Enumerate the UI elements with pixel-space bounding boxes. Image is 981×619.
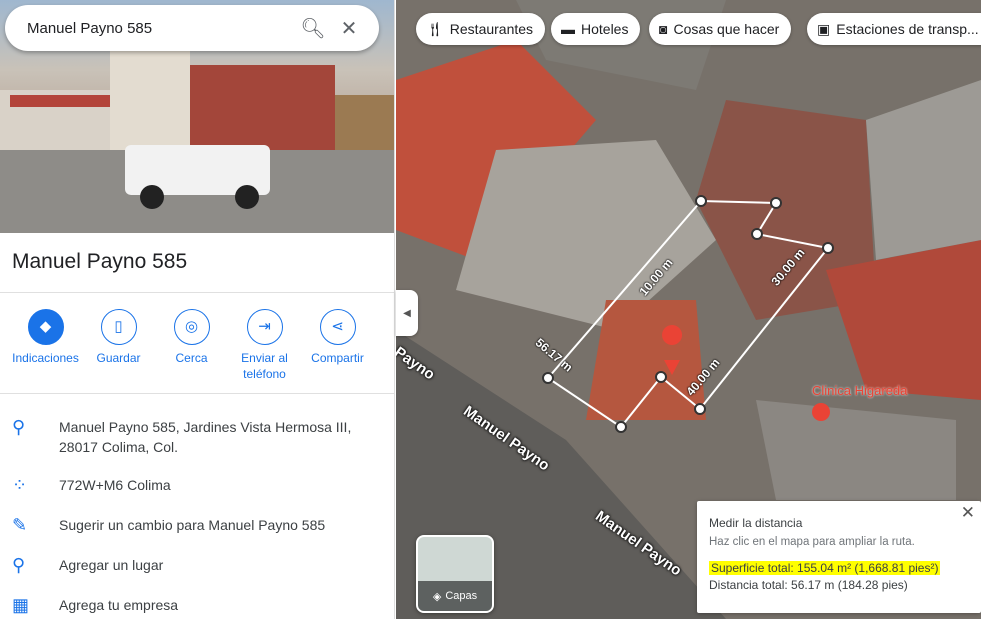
nearby-button[interactable]: ◎ Cerca	[155, 309, 228, 382]
send-to-phone-button[interactable]: ⇥ Enviar al teléfono	[228, 309, 301, 382]
save-label: Guardar	[96, 351, 141, 365]
close-icon[interactable]: ✕	[961, 503, 975, 523]
poi-label[interactable]: Clinica Higareda	[812, 383, 907, 398]
nearby-icon: ◎	[173, 309, 210, 345]
plus-code-icon: ⁘	[12, 475, 28, 495]
camera-icon: ◙	[659, 21, 668, 37]
directions-label: Indicaciones	[12, 351, 79, 365]
chip-label: Estaciones de transp...	[836, 21, 979, 37]
layers-icon: ◈	[432, 590, 442, 603]
search-icon[interactable]: 🔍︎	[295, 16, 331, 41]
collapse-panel-button[interactable]: ◀	[396, 290, 418, 336]
measure-title: Medir la distancia	[709, 516, 803, 530]
add-business-icon: ▦	[12, 595, 30, 615]
bookmark-icon: ▯	[100, 309, 137, 345]
share-icon: ⋖	[319, 309, 356, 345]
measure-hint: Haz clic en el mapa para ampliar la ruta…	[709, 536, 915, 548]
save-button[interactable]: ▯ Guardar	[82, 309, 155, 382]
chip-things-to-do[interactable]: ◙ Cosas que hacer	[649, 13, 792, 45]
add-place-row[interactable]: ⚲ Agregar un lugar	[0, 555, 394, 575]
address-row[interactable]: ⚲ Manuel Payno 585, Jardines Vista Hermos…	[0, 417, 394, 457]
send-to-phone-icon: ⇥	[246, 309, 283, 345]
location-pin-icon: ⚲	[12, 417, 26, 437]
chip-label: Hoteles	[581, 21, 629, 37]
divider	[0, 292, 394, 293]
pencil-icon: ✎	[12, 515, 28, 535]
suggest-edit-text: Sugerir un cambio para Manuel Payno 585	[59, 517, 326, 533]
add-business-row[interactable]: ▦ Agrega tu empresa	[0, 595, 394, 615]
divider	[0, 393, 394, 394]
hotel-icon: ▬	[561, 21, 575, 37]
share-label: Compartir	[311, 351, 364, 365]
place-panel: Manuel Payno 585 🔍︎ ✕ Manuel Payno 585 ◆…	[0, 0, 395, 619]
close-icon[interactable]: ✕	[331, 16, 367, 41]
directions-icon: ◆	[27, 309, 64, 345]
chip-restaurants[interactable]: 🍴︎ Restaurantes	[416, 13, 546, 45]
transit-icon: ▣	[817, 20, 831, 37]
total-area: Superficie total: 155.04 m² (1,668.81 pi…	[709, 561, 941, 575]
chevron-left-icon: ◀	[403, 307, 411, 319]
send-to-phone-label: Enviar al teléfono	[241, 351, 288, 381]
search-input[interactable]: Manuel Payno 585	[27, 20, 295, 37]
share-button[interactable]: ⋖ Compartir	[301, 309, 374, 382]
add-place-icon: ⚲	[12, 555, 26, 575]
action-buttons: ◆ Indicaciones ▯ Guardar ◎ Cerca ⇥ Enviar al…	[0, 309, 394, 382]
suggest-edit-row[interactable]: ✎ Sugerir un cambio para Manuel Payno 585	[0, 515, 394, 535]
place-title: Manuel Payno 585	[12, 250, 188, 273]
chip-hotels[interactable]: ▬ Hoteles	[551, 13, 641, 45]
chip-label: Cosas que hacer	[673, 21, 780, 37]
add-place-text: Agregar un lugar	[59, 557, 164, 573]
restaurant-icon: 🍴︎	[426, 20, 444, 37]
directions-button[interactable]: ◆ Indicaciones	[9, 309, 82, 382]
total-distance: Distancia total: 56.17 m (184.28 pies)	[709, 578, 908, 592]
add-business-text: Agrega tu empresa	[59, 597, 179, 613]
chip-transit[interactable]: ▣ Estaciones de transp...	[807, 13, 981, 45]
layers-button[interactable]: ◈ Capas	[416, 535, 494, 613]
search-box[interactable]: Manuel Payno 585 🔍︎ ✕	[5, 5, 379, 51]
measure-distance-card: ✕ Medir la distancia Haz clic en el mapa…	[697, 501, 981, 613]
layers-label: Capas	[445, 590, 478, 602]
address-text: Manuel Payno 585, Jardines Vista Hermosa…	[59, 419, 352, 455]
plus-code-text: 772W+M6 Colima	[59, 477, 171, 493]
nearby-label: Cerca	[175, 351, 208, 365]
chip-label: Restaurantes	[449, 21, 534, 37]
plus-code-row[interactable]: ⁘ 772W+M6 Colima	[0, 475, 394, 495]
